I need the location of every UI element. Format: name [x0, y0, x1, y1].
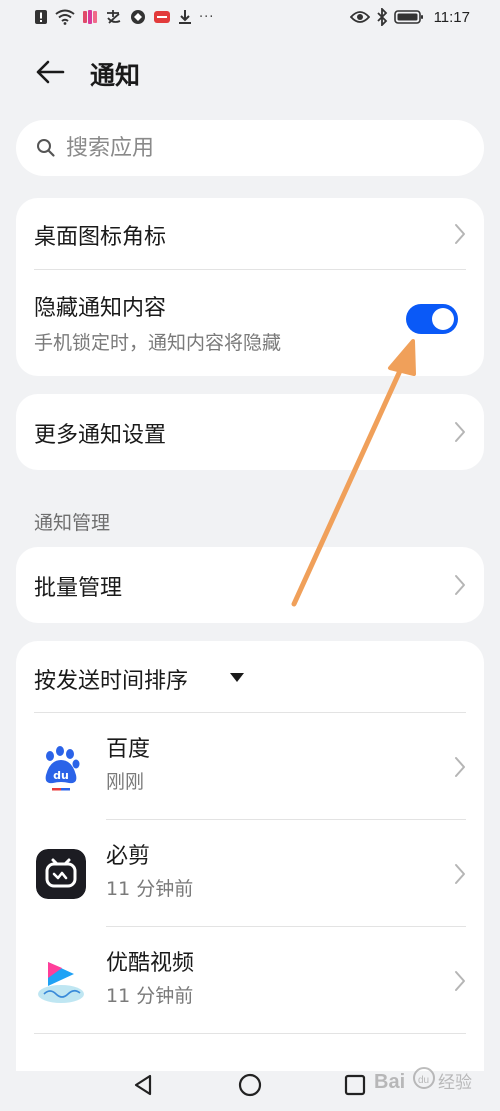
search-icon	[36, 138, 56, 158]
batch-manage-label: 批量管理	[34, 576, 123, 601]
back-button[interactable]	[28, 52, 72, 92]
chevron-right-icon	[455, 422, 465, 442]
chevron-right-icon	[455, 757, 465, 777]
baidu-paw-icon: du	[36, 742, 86, 792]
hide-content-toggle[interactable]	[406, 304, 458, 334]
app-list-card: 按发送时间排序 du 百度 刚刚 必剪 11 分钟前 优酷视频 11 分钟前	[16, 641, 484, 1071]
baidu-jingyan-watermark: Bai du 经验	[374, 1067, 472, 1093]
recents-square-icon	[344, 1074, 366, 1096]
status-bar-right-icons: 11:17	[349, 7, 470, 27]
search-bar[interactable]	[16, 120, 484, 176]
svg-text:Bai: Bai	[374, 1071, 405, 1093]
eye-icon	[349, 11, 370, 23]
more-settings-label: 更多通知设置	[34, 423, 167, 448]
hide-content-label: 隐藏通知内容	[34, 296, 167, 321]
header: 通知	[0, 44, 500, 100]
battery-icon	[393, 10, 423, 24]
chevron-right-icon	[455, 224, 465, 244]
caret-down-icon	[230, 673, 244, 682]
hide-content-description: 手机锁定时，通知内容将隐藏	[34, 332, 282, 354]
svg-text:du: du	[53, 769, 69, 782]
app-icon	[131, 10, 145, 24]
notification-settings-card: 桌面图标角标 隐藏通知内容 手机锁定时，通知内容将隐藏	[16, 198, 484, 376]
bluetooth-icon	[376, 8, 387, 26]
app-icon	[154, 11, 170, 23]
hide-content-row: 隐藏通知内容 手机锁定时，通知内容将隐藏	[16, 270, 484, 376]
app-name: 百度	[106, 737, 151, 762]
youku-icon	[36, 956, 86, 1006]
chevron-right-icon	[455, 575, 465, 595]
app-row-youku[interactable]: 优酷视频 11 分钟前	[16, 927, 484, 1034]
sort-dropdown[interactable]: 按发送时间排序	[16, 641, 484, 713]
arrow-left-icon	[36, 60, 65, 84]
page-title: 通知	[90, 61, 141, 90]
toggle-knob	[432, 308, 454, 330]
nav-home-button[interactable]	[235, 1070, 265, 1100]
app-row-baidu[interactable]: du 百度 刚刚	[16, 713, 484, 820]
more-settings-card[interactable]: 更多通知设置	[16, 394, 484, 470]
batch-manage-card[interactable]: 批量管理	[16, 547, 484, 623]
app-name: 必剪	[106, 844, 151, 869]
back-triangle-icon	[134, 1074, 152, 1096]
app-time: 11 分钟前	[106, 985, 194, 1007]
sort-label: 按发送时间排序	[34, 669, 189, 694]
app-name: 优酷视频	[106, 951, 195, 976]
bijian-icon	[36, 849, 86, 899]
app-time: 11 分钟前	[106, 878, 194, 900]
alert-icon	[35, 10, 47, 24]
download-icon	[179, 10, 191, 24]
chevron-right-icon	[455, 864, 465, 884]
svg-text:经验: 经验	[438, 1073, 472, 1093]
status-bar: ··· 11:17	[0, 0, 500, 34]
svg-text:du: du	[418, 1075, 429, 1086]
notification-settings-screen: ··· 11:17 通知 搜索应用 桌面图标角标 隐藏通知内容 手机锁定时，通知…	[0, 0, 500, 1111]
status-bar-left-icons: ···	[34, 7, 214, 27]
desktop-badge-label: 桌面图标角标	[34, 225, 167, 250]
wifi-icon	[55, 9, 75, 25]
nav-back-button[interactable]	[128, 1070, 158, 1100]
alipay-icon	[107, 10, 121, 24]
app-notification-icon	[83, 10, 97, 24]
home-circle-icon	[238, 1073, 262, 1097]
divider	[34, 1033, 466, 1034]
chevron-right-icon	[455, 971, 465, 991]
status-overflow-indicator: ···	[199, 9, 215, 25]
search-input[interactable]	[66, 135, 446, 161]
status-time: 11:17	[433, 8, 470, 26]
app-row-bijian[interactable]: 必剪 11 分钟前	[16, 820, 484, 927]
app-time: 刚刚	[106, 771, 145, 793]
nav-recents-button[interactable]	[340, 1070, 370, 1100]
section-title-management: 通知管理	[34, 512, 111, 534]
desktop-badge-row[interactable]: 桌面图标角标	[16, 198, 484, 270]
